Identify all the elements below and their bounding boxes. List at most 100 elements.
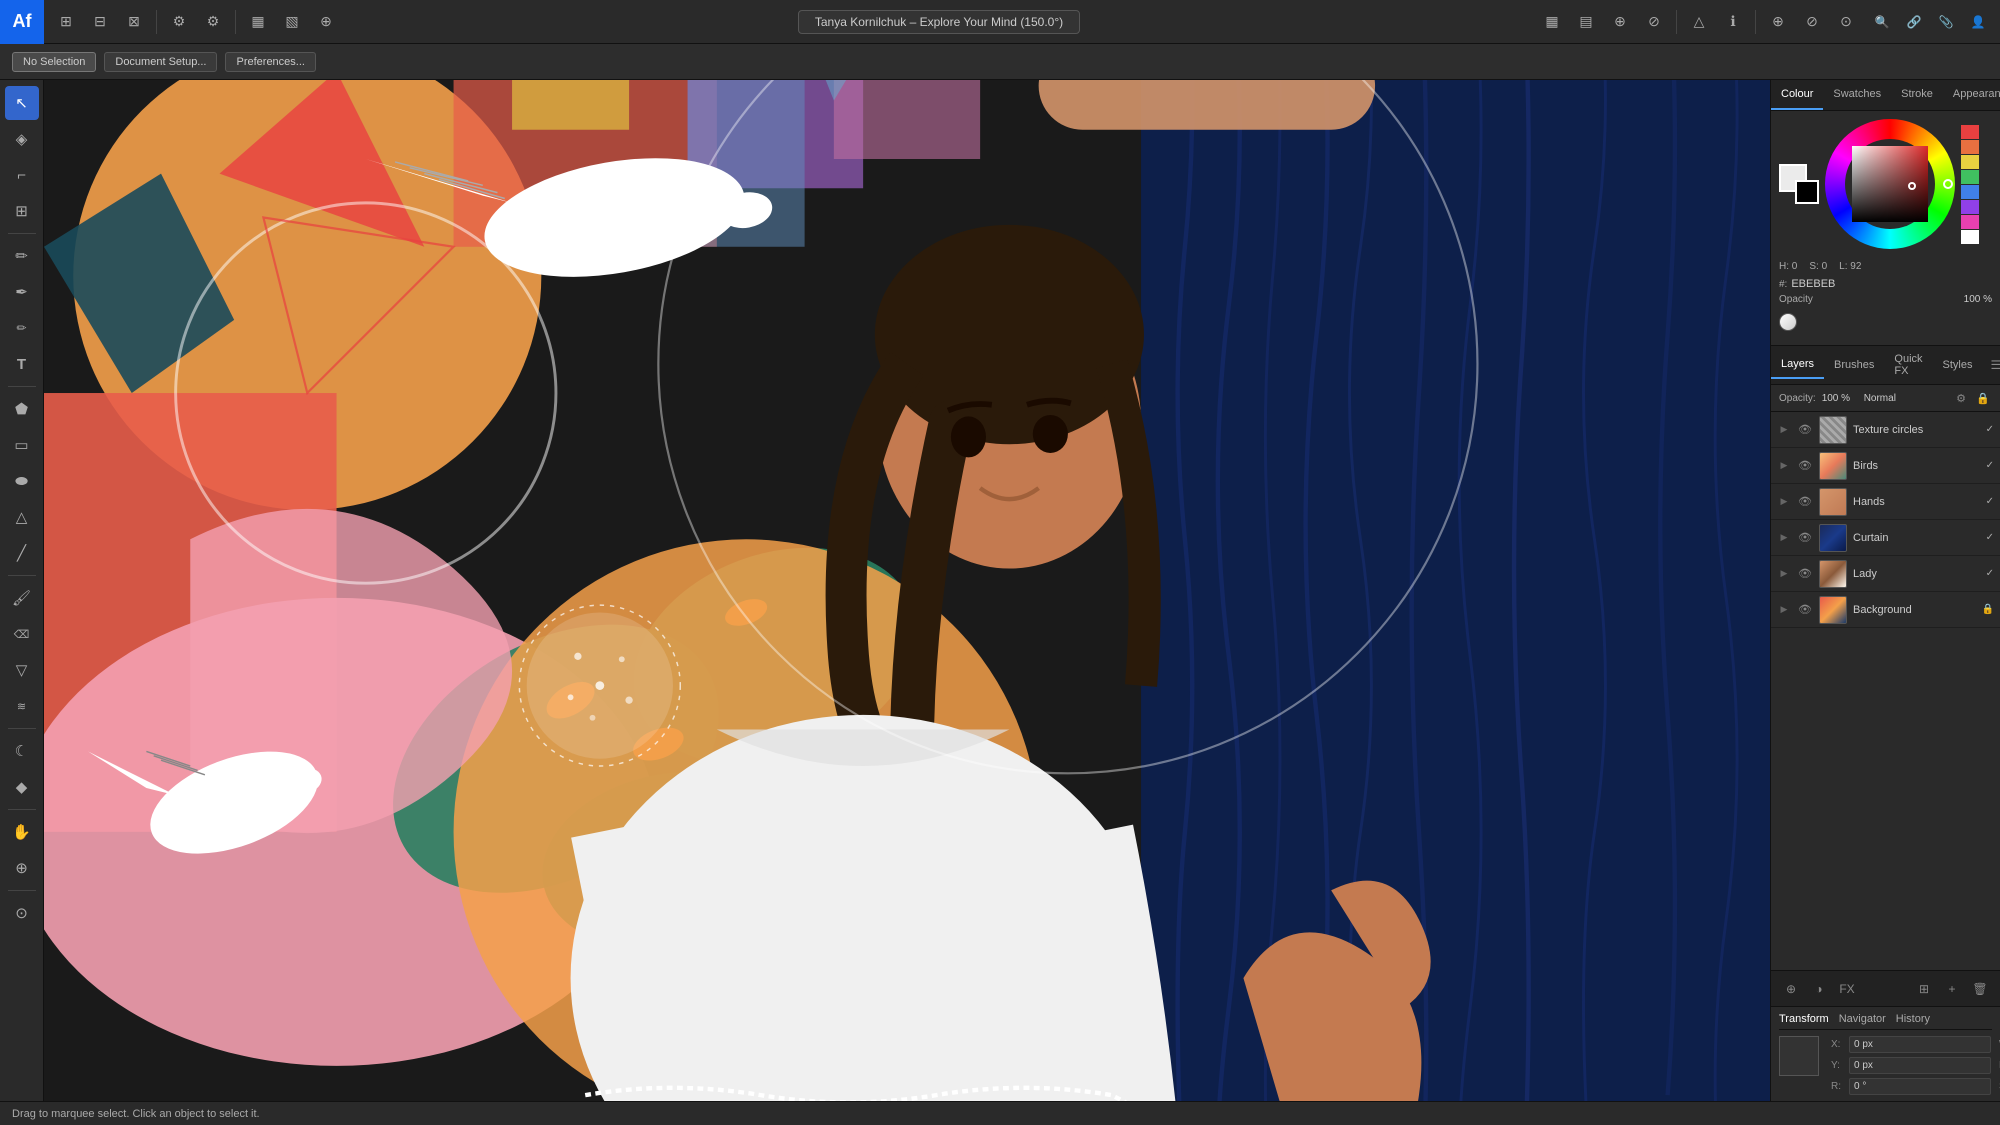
layer-add-btn[interactable]: + [1940,977,1964,1001]
pen-tool[interactable]: ✒ [5,275,39,309]
color-hue-ring[interactable] [1825,119,1955,249]
r-input[interactable] [1849,1078,1991,1095]
swatch-yellow[interactable] [1961,155,1979,169]
shape-tool[interactable]: ⬟ [5,392,39,426]
layer-lock-icon-bg[interactable]: 🔒 [1982,604,1994,615]
layers-opacity-value[interactable]: 100 % [1822,393,1858,404]
layer-expand-hands[interactable]: ▶ [1777,495,1791,509]
settings2-icon[interactable]: ⚙ [197,6,229,38]
layer-adjust-icon[interactable]: ◑ [1807,977,1831,1001]
tab-layers[interactable]: Layers [1771,351,1824,379]
layer-lady[interactable]: ▶ 👁 Lady ✓ [1771,556,2000,592]
snap-icon[interactable]: ▧ [276,6,308,38]
corner-tool[interactable]: ⌐ [5,158,39,192]
swatch-red[interactable] [1961,125,1979,139]
color-saturation-box[interactable] [1852,146,1928,222]
x-input[interactable] [1849,1036,1991,1053]
link-icon[interactable]: ⊕ [1604,6,1636,38]
circle-icon[interactable]: ⊘ [1796,6,1828,38]
tab-styles[interactable]: Styles [1933,352,1983,378]
swatch-white[interactable] [1961,230,1979,244]
layer-expand-birds[interactable]: ▶ [1777,459,1791,473]
tab-navigator[interactable]: Navigator [1839,1013,1886,1025]
canvas-area[interactable] [44,80,1770,1101]
hand-tool[interactable]: ✋ [5,815,39,849]
layer-expand-icon[interactable]: ▶ [1777,423,1791,437]
sharpen-tool[interactable]: ◆ [5,770,39,804]
color-picker-tool[interactable]: ⊙ [5,896,39,930]
layer-fx-icon[interactable]: FX [1835,977,1859,1001]
layer-texture-circles[interactable]: ▶ 👁 Texture circles ✓ [1771,412,2000,448]
swatch-purple[interactable] [1961,200,1979,214]
transform-icon[interactable]: △ [1683,6,1715,38]
zoom-tool[interactable]: ⊕ [5,851,39,885]
swatch-orange[interactable] [1961,140,1979,154]
node-tool[interactable]: ◈ [5,122,39,156]
layer-vis-lady[interactable]: 👁 [1797,566,1813,582]
freehand-tool[interactable]: ✏ [5,239,39,273]
text-tool[interactable]: T [5,347,39,381]
add-icon[interactable]: ⊕ [310,6,342,38]
paint-brush-tool[interactable]: 🖌 [5,581,39,615]
settings-icon[interactable]: ⚙ [163,6,195,38]
erase-tool[interactable]: ⌫ [5,617,39,651]
ellipse-tool[interactable]: ⬬ [5,464,39,498]
tab-history[interactable]: History [1896,1013,1930,1025]
cloud-icon[interactable]: 📎 [1932,8,1960,36]
color-indicator-dot[interactable] [1779,313,1797,331]
layers-blend-mode[interactable]: Normal [1864,393,1896,404]
layer-expand-lady[interactable]: ▶ [1777,567,1791,581]
tab-appearance[interactable]: Appearance [1943,80,2000,110]
export-icon[interactable]: ▤ [1570,6,1602,38]
pencil-tool[interactable]: ✏ [5,311,39,345]
snapping-icon[interactable]: ⊟ [84,6,116,38]
tab-transform[interactable]: Transform [1779,1013,1829,1025]
info-icon[interactable]: ℹ [1717,6,1749,38]
layers-lock-icon[interactable]: 🔒 [1974,389,1992,407]
layer-vis-bg[interactable]: 👁 [1797,602,1813,618]
layer-expand-curtain[interactable]: ▶ [1777,531,1791,545]
smear-tool[interactable]: ≋ [5,689,39,723]
swatch-pink[interactable] [1961,215,1979,229]
layer-group-icon[interactable]: ⊞ [1912,977,1936,1001]
new-doc-icon[interactable]: ⊞ [50,6,82,38]
layers-gear-icon[interactable]: ⚙ [1952,389,1970,407]
document-setup-btn[interactable]: Document Setup... [104,52,217,72]
line-tool[interactable]: ╱ [5,536,39,570]
layer-expand-bg[interactable]: ▶ [1777,603,1791,617]
swatch-blue[interactable] [1961,185,1979,199]
swatch-green[interactable] [1961,170,1979,184]
user-icon[interactable]: 👤 [1964,8,1992,36]
tab-swatches[interactable]: Swatches [1823,80,1891,110]
layers-tab-menu-icon[interactable]: ☰ [1982,354,2000,376]
tab-brushes[interactable]: Brushes [1824,352,1884,378]
layer-new-icon[interactable]: ⊕ [1779,977,1803,1001]
tab-colour[interactable]: Colour [1771,80,1823,110]
transform-tool[interactable]: ⊞ [5,194,39,228]
no-selection-btn[interactable]: No Selection [12,52,96,72]
layer-curtain[interactable]: ▶ 👁 Curtain ✓ [1771,520,2000,556]
dodge-burn-tool[interactable]: ☾ [5,734,39,768]
color-wheel[interactable] [1825,119,1955,249]
y-input[interactable] [1849,1057,1991,1074]
arrange-icon[interactable]: ▦ [1536,6,1568,38]
layer-birds[interactable]: ▶ 👁 Birds ✓ [1771,448,2000,484]
layer-background[interactable]: ▶ 👁 Background 🔒 [1771,592,2000,628]
layer-vis-curtain[interactable]: 👁 [1797,530,1813,546]
grid-icon[interactable]: ⊠ [118,6,150,38]
preferences-btn[interactable]: Preferences... [225,52,315,72]
rectangle-tool[interactable]: ▭ [5,428,39,462]
hex-value[interactable]: EBEBEB [1791,278,1835,290]
link2-icon[interactable]: 🔗 [1900,8,1928,36]
layer-delete-icon[interactable]: 🗑 [1968,977,1992,1001]
tab-quick-fx[interactable]: Quick FX [1884,346,1932,384]
tab-stroke[interactable]: Stroke [1891,80,1943,110]
layer-vis-birds[interactable]: 👁 [1797,458,1813,474]
minus-icon[interactable]: ⊘ [1638,6,1670,38]
view-icon[interactable]: ▦ [242,6,274,38]
flood-fill-tool[interactable]: ▽ [5,653,39,687]
add2-icon[interactable]: ⊕ [1762,6,1794,38]
select-tool[interactable]: ↖ [5,86,39,120]
layer-vis-hands[interactable]: 👁 [1797,494,1813,510]
background-swatch[interactable] [1795,180,1819,204]
